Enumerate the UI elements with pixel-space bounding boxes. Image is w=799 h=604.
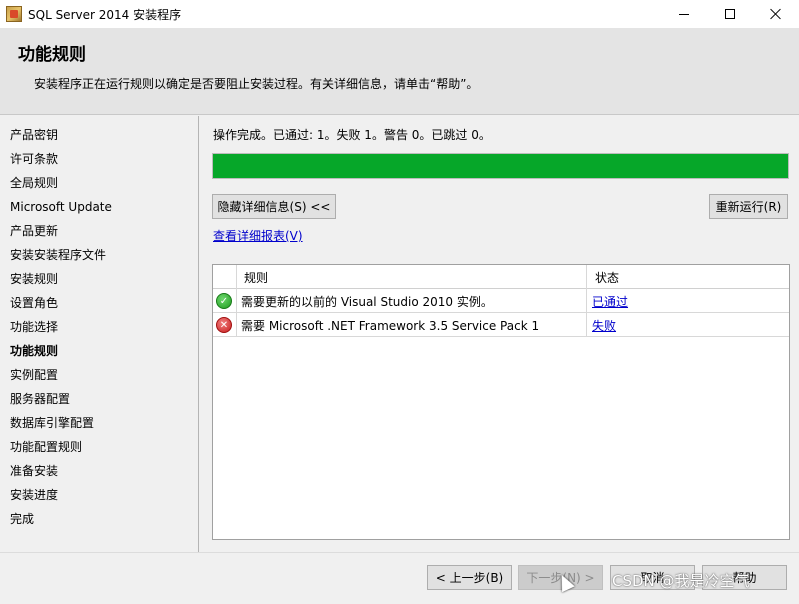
maximize-button[interactable] [707,0,753,28]
close-icon [770,8,782,20]
sidebar-item-complete[interactable]: 完成 [10,509,34,529]
sidebar-item-instance-configuration[interactable]: 实例配置 [10,365,58,385]
hide-details-button[interactable]: 隐藏详细信息(S) << [212,194,336,219]
error-icon: ✕ [216,317,232,333]
sidebar-item-ready-to-install[interactable]: 准备安装 [10,461,58,481]
sidebar-item-server-configuration[interactable]: 服务器配置 [10,389,70,409]
sidebar-item-install-setup-files[interactable]: 安装安装程序文件 [10,245,106,265]
progress-bar-fill [213,154,788,178]
minimize-button[interactable] [661,0,707,28]
sidebar-item-feature-rules[interactable]: 功能规则 [10,341,58,361]
sidebar-item-database-engine-configuration[interactable]: 数据库引擎配置 [10,413,94,433]
rerun-button[interactable]: 重新运行(R) [709,194,788,219]
sidebar-item-install-rules[interactable]: 安装规则 [10,269,58,289]
rule-status-link[interactable]: 已通过 [592,293,628,310]
main-panel: 操作完成。已通过: 1。失败 1。警告 0。已跳过 0。 隐藏详细信息(S) <… [200,116,799,552]
sidebar-item-product-updates[interactable]: 产品更新 [10,221,58,241]
back-button[interactable]: < 上一步(B) [427,565,512,590]
table-row[interactable]: ✕ 需要 Microsoft .NET Framework 3.5 Servic… [213,313,789,337]
rule-name: 需要 Microsoft .NET Framework 3.5 Service … [241,319,540,333]
page-title: 功能规则 [18,45,86,65]
rule-name: 需要更新的以前的 Visual Studio 2010 实例。 [241,295,493,309]
page-header: 功能规则 安装程序正在运行规则以确定是否要阻止安装过程。有关详细信息，请单击“帮… [0,28,799,115]
sidebar-item-installation-progress[interactable]: 安装进度 [10,485,58,505]
page-description: 安装程序正在运行规则以确定是否要阻止安装过程。有关详细信息，请单击“帮助”。 [34,77,479,91]
sql-server-setup-icon [6,6,22,22]
sidebar-item-feature-selection[interactable]: 功能选择 [10,317,58,337]
sidebar-item-setup-role[interactable]: 设置角色 [10,293,58,313]
watermark: CSDN @我是冷空气 [612,572,750,590]
close-button[interactable] [753,0,799,28]
sidebar-item-license-terms[interactable]: 许可条款 [10,149,58,169]
sidebar-item-microsoft-update[interactable]: Microsoft Update [10,197,112,217]
check-icon: ✓ [216,293,232,309]
column-header-rule[interactable]: 规则 [244,269,268,286]
sidebar-steps: 产品密钥 许可条款 全局规则 Microsoft Update 产品更新 安装安… [0,116,199,552]
sidebar-item-feature-configuration-rules[interactable]: 功能配置规则 [10,437,82,457]
table-row[interactable]: ✓ 需要更新的以前的 Visual Studio 2010 实例。 已通过 [213,289,789,313]
maximize-icon [725,9,735,19]
title-bar: SQL Server 2014 安装程序 [0,0,799,28]
rules-table: 规则 状态 ✓ 需要更新的以前的 Visual Studio 2010 实例。 … [212,264,790,540]
sidebar-item-global-rules[interactable]: 全局规则 [10,173,58,193]
sidebar-item-product-key[interactable]: 产品密钥 [10,125,58,145]
window-title: SQL Server 2014 安装程序 [28,7,182,22]
progress-bar [212,153,789,179]
view-detailed-report-link[interactable]: 查看详细报表(V) [213,227,303,244]
table-header: 规则 状态 [213,265,789,289]
minimize-icon [679,13,689,15]
window-controls [661,0,799,28]
column-header-status[interactable]: 状态 [595,269,619,286]
rule-status-link[interactable]: 失败 [592,317,616,334]
operation-status: 操作完成。已通过: 1。失败 1。警告 0。已跳过 0。 [213,128,491,142]
